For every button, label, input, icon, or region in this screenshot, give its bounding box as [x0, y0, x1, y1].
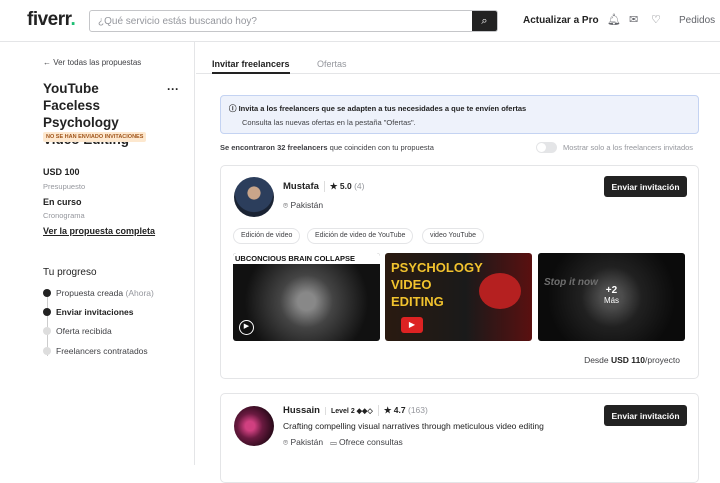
- search-input[interactable]: ¿Qué servicio estás buscando hoy?: [90, 11, 472, 31]
- avatar[interactable]: [234, 177, 274, 217]
- rating: ★ 4.7 (163): [377, 405, 428, 416]
- toggle-label: Mostrar solo a los freelancers invitados: [563, 143, 694, 152]
- budget-value: USD 100: [43, 167, 80, 177]
- search-icon[interactable]: ⌕: [472, 11, 497, 31]
- portfolio-thumbnail[interactable]: PSYCHOLOGY VIDEO EDITING ▶: [385, 253, 532, 341]
- orders-link[interactable]: Pedidos: [679, 15, 715, 26]
- budget-label: Presupuesto: [43, 182, 86, 191]
- tagline: Crafting compelling visual narratives th…: [283, 421, 544, 431]
- freelancer-name[interactable]: Mustafa: [283, 181, 319, 192]
- search-bar[interactable]: ¿Qué servicio estás buscando hoy? ⌕: [89, 10, 498, 32]
- play-icon[interactable]: ▶: [239, 320, 254, 335]
- skill-tag: Edición de video de YouTube: [307, 228, 414, 244]
- results-count: Se encontraron 32 freelancers que coinci…: [220, 143, 434, 152]
- pending-step-icon: [43, 347, 51, 355]
- progress-step: Oferta recibida: [43, 326, 112, 336]
- location-icon: ⌾: [283, 437, 289, 447]
- avatar[interactable]: [234, 406, 274, 446]
- heart-icon[interactable]: ♡: [651, 13, 661, 26]
- progress-step: Propuesta creada (Ahora): [43, 288, 154, 298]
- freelancer-card: Mustafa ★ 5.0 (4) ⌾ Pakistán Enviar invit…: [220, 165, 699, 379]
- info-banner: ⓘ Invita a los freelancers que se adapte…: [220, 95, 699, 134]
- location: ⌾ Pakistán ▭ Ofrece consultas: [283, 437, 403, 447]
- tab-offers[interactable]: Ofertas: [317, 59, 347, 69]
- view-full-brief-link[interactable]: Ver la propuesta completa: [43, 226, 155, 236]
- current-step-icon: [43, 308, 51, 316]
- mail-icon[interactable]: ✉: [629, 13, 638, 26]
- upgrade-pro-link[interactable]: Actualizar a Pro: [523, 15, 599, 26]
- skill-tag: Edición de video: [233, 228, 301, 244]
- brief-sidebar: ← Ver todas las propuestas YouTube Facel…: [0, 42, 195, 465]
- skill-tag: video YouTube: [422, 228, 485, 244]
- fiverr-logo[interactable]: fiverr.: [27, 9, 76, 31]
- freelancer-name[interactable]: Hussain: [283, 405, 320, 416]
- starting-price: Desde USD 110/proyecto: [584, 355, 680, 365]
- tab-invite-freelancers[interactable]: Invitar freelancers: [212, 59, 290, 74]
- pending-step-icon: [43, 327, 51, 335]
- youtube-icon: ▶: [401, 317, 423, 333]
- top-header: fiverr. ¿Qué servicio estás buscando hoy…: [0, 0, 720, 42]
- freelancer-card: Hussain Level 2 ◆◆◇ ★ 4.7 (163) Crafting c…: [220, 393, 699, 483]
- back-link[interactable]: ← Ver todas las propuestas: [43, 58, 141, 67]
- level-badge: Level 2 ◆◆◇: [324, 406, 373, 415]
- send-invitation-button[interactable]: Enviar invitación: [604, 405, 687, 426]
- brain-image: [479, 273, 521, 309]
- progress-title: Tu progreso: [43, 267, 97, 278]
- location-icon: ⌾: [283, 200, 289, 210]
- rating: ★ 5.0 (4): [323, 181, 364, 192]
- timeline-label: Cronograma: [43, 211, 85, 220]
- location: ⌾ Pakistán: [283, 200, 324, 210]
- timeline-value: En curso: [43, 197, 82, 207]
- more-options-icon[interactable]: ···: [167, 82, 179, 96]
- check-icon: [43, 289, 51, 297]
- bell-icon[interactable]: 🔔︎: [607, 13, 621, 26]
- portfolio-thumbnail[interactable]: UBCONCIOUS BRAIN COLLAPSE ▶: [233, 253, 380, 341]
- progress-step: Enviar invitaciones: [43, 307, 133, 317]
- more-thumbnails-overlay[interactable]: +2 Más: [538, 253, 685, 341]
- info-icon: ⓘ: [229, 104, 237, 113]
- send-invitation-button[interactable]: Enviar invitación: [604, 176, 687, 197]
- status-badge: NO SE HAN ENVIADO INVITACIONES: [43, 132, 147, 142]
- invited-only-toggle[interactable]: [536, 142, 557, 153]
- tabs: Invitar freelancers Ofertas: [196, 42, 720, 74]
- progress-step: Freelancers contratados: [43, 346, 148, 356]
- video-call-icon: ▭: [330, 437, 337, 447]
- portfolio-thumbnail[interactable]: Stop it now +2 Más: [538, 253, 685, 341]
